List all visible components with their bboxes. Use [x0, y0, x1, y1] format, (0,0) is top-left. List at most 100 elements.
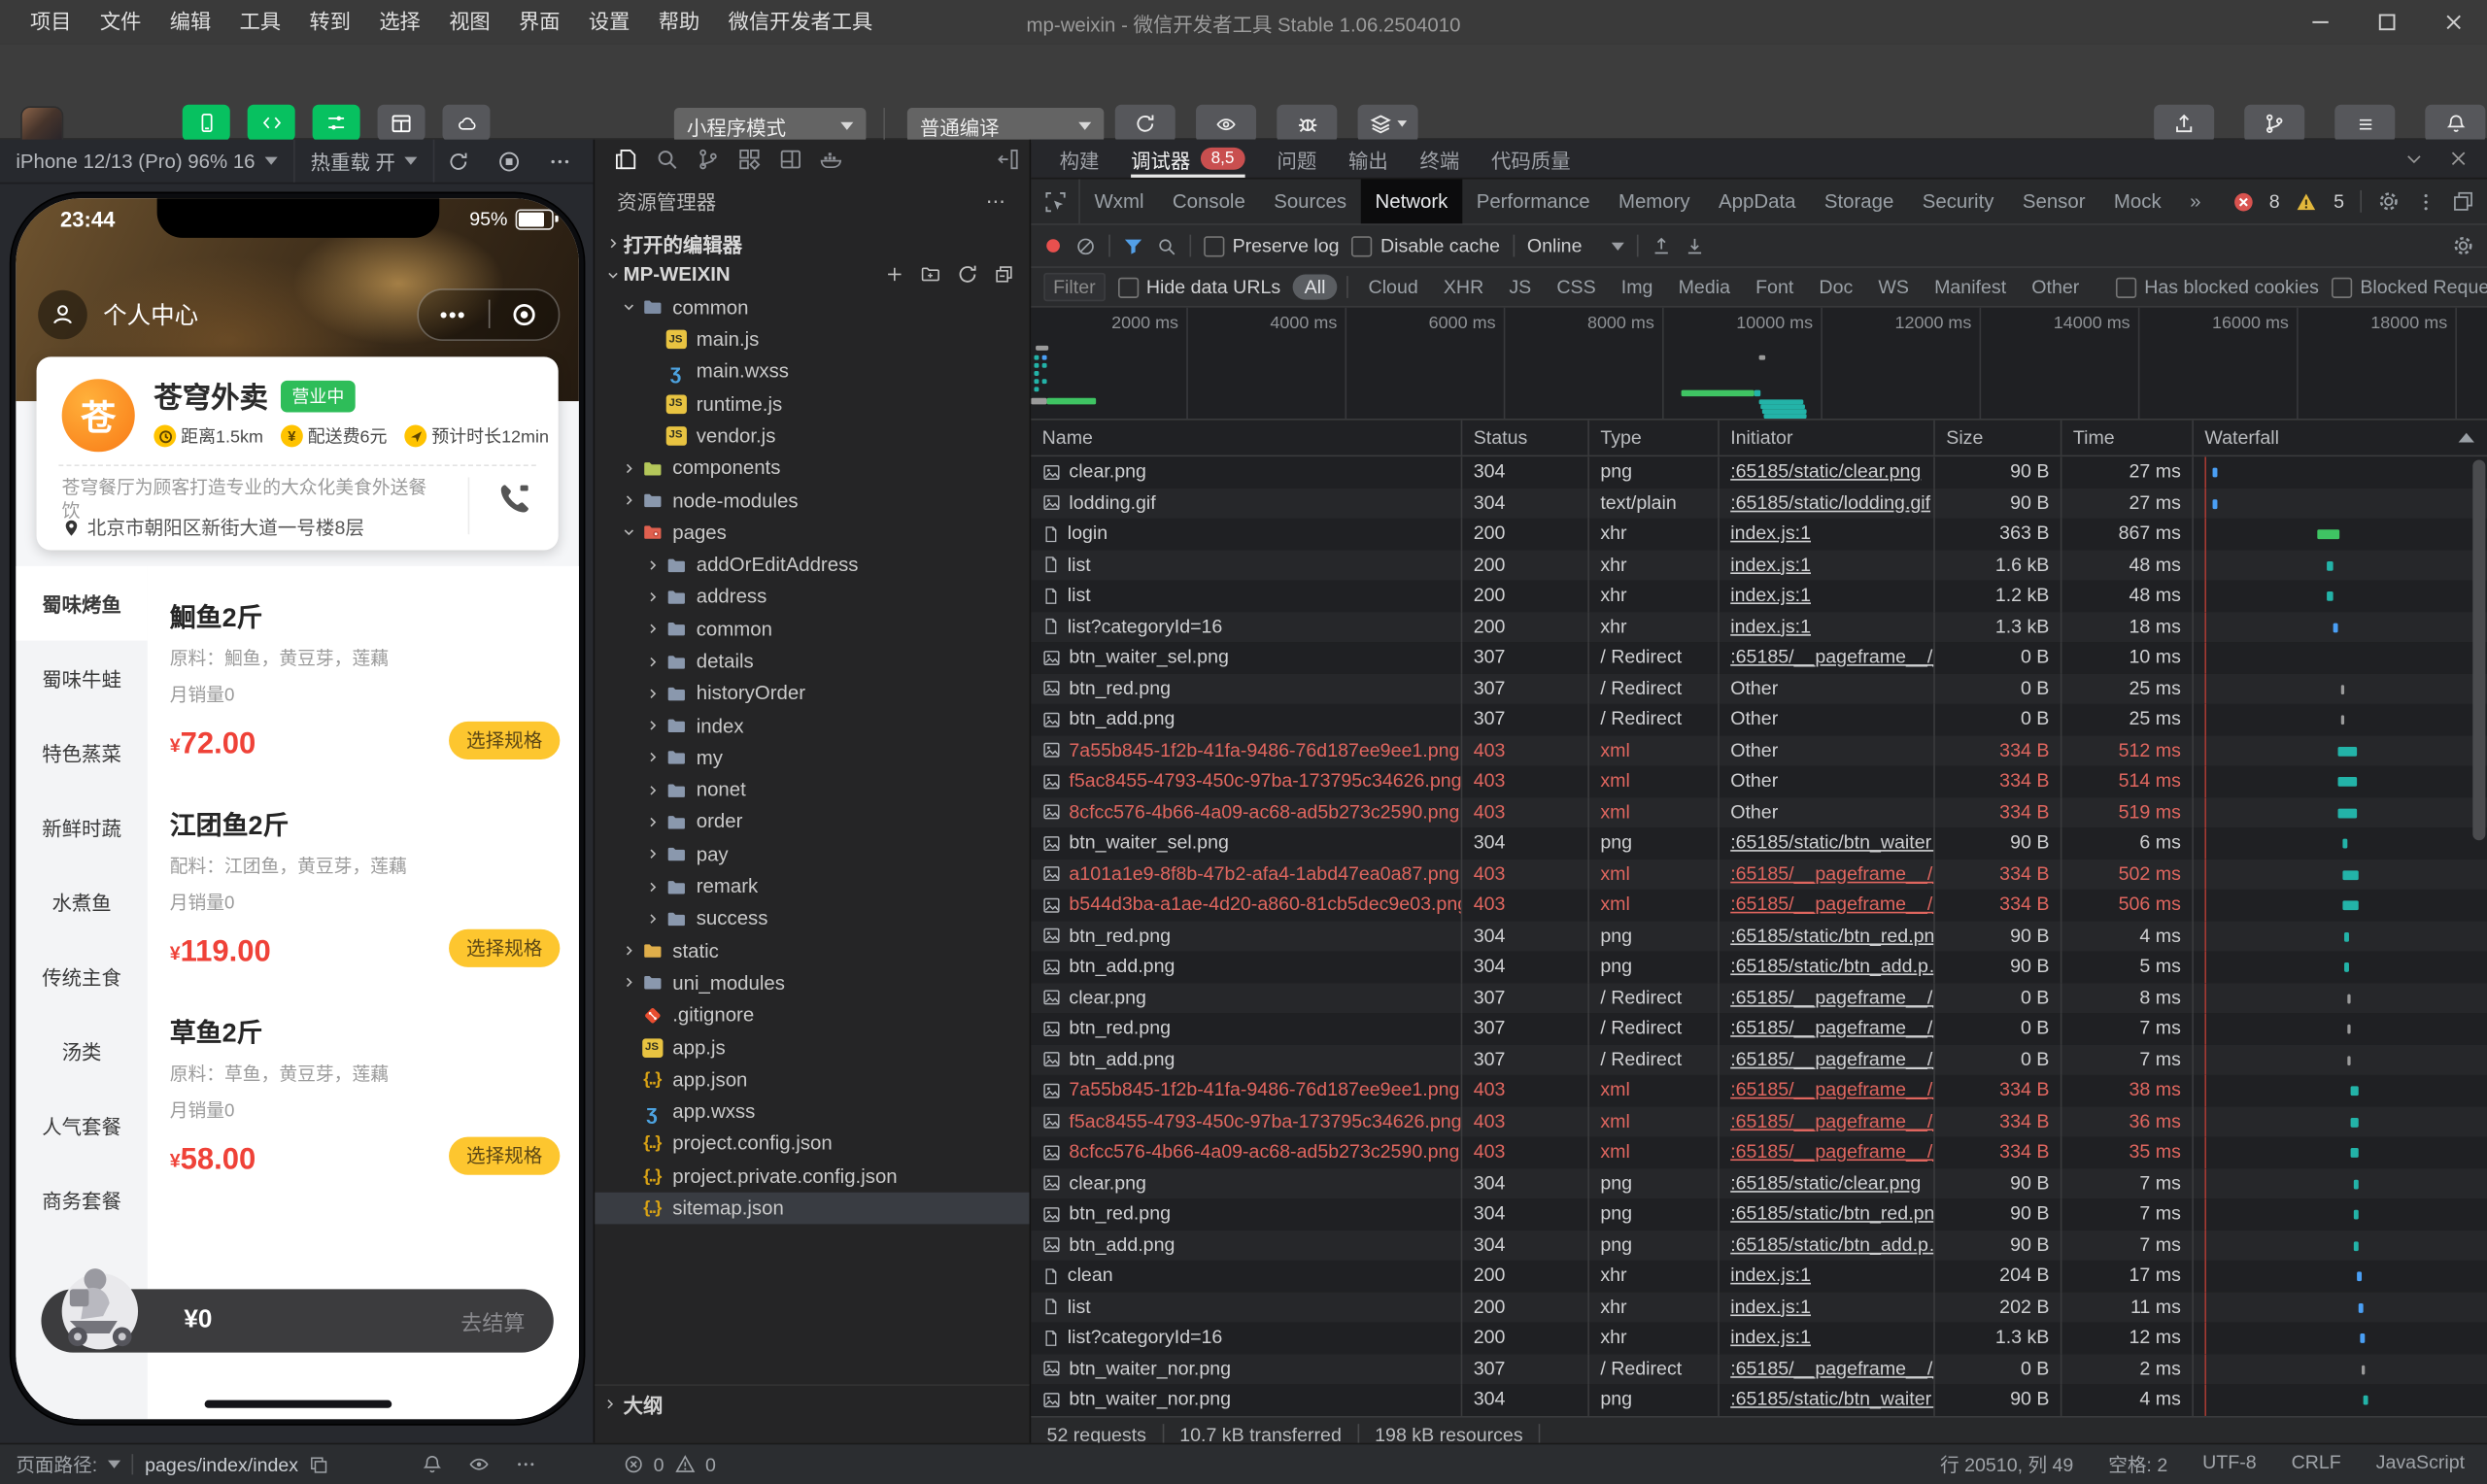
filter-funnel-icon[interactable]	[1123, 235, 1143, 255]
filter-cat-ws[interactable]: WS	[1867, 274, 1920, 299]
dish-item[interactable]: 江团鱼2斤 配料：江团鱼，黄豆芽，莲藕 月销量0 ¥119.00 选择规格	[170, 784, 561, 992]
home-indicator[interactable]	[203, 1400, 392, 1408]
tree-item-common[interactable]: common	[595, 613, 1029, 645]
chevron-down-icon[interactable]	[2404, 149, 2424, 168]
statusbar-item[interactable]: 行 20510, 列 49	[1940, 1451, 2073, 1478]
category-item[interactable]: 商务套餐	[16, 1163, 148, 1237]
cart-bar[interactable]: ¥0 去结算	[41, 1268, 554, 1353]
close-panel-icon[interactable]	[2449, 149, 2469, 168]
menu-项目[interactable]: 项目	[16, 0, 85, 45]
column-header-waterfall[interactable]: Waterfall	[2194, 421, 2487, 455]
tree-item-project.config.json[interactable]: {..} project.config.json	[595, 1128, 1029, 1160]
table-row[interactable]: f5ac8455-4793-450c-97ba-173795c34626.png…	[1031, 1105, 2487, 1137]
devtab-console[interactable]: Console	[1158, 179, 1259, 223]
outline-section[interactable]: 大纲	[595, 1384, 1030, 1421]
statusbar-item[interactable]: JavaScript	[2376, 1451, 2465, 1478]
category-item[interactable]: 传统主食	[16, 939, 148, 1014]
collapse-sidebar-icon[interactable]	[996, 148, 1019, 171]
devtab-network[interactable]: Network	[1360, 179, 1463, 224]
column-header-size[interactable]: Size	[1935, 420, 2062, 455]
devtab-wxml[interactable]: Wxml	[1080, 179, 1158, 223]
table-row[interactable]: list 200 xhr index.js:1 202 B 11 ms	[1031, 1291, 2487, 1323]
new-folder-icon[interactable]	[920, 264, 940, 287]
menu-设置[interactable]: 设置	[574, 0, 644, 45]
statusbar-item[interactable]: 空格: 2	[2108, 1451, 2167, 1478]
maximize-button[interactable]	[2354, 0, 2421, 45]
hot-reload-select[interactable]: 热重载 开	[294, 139, 435, 183]
table-row[interactable]: btn_waiter_sel.png 307/ Redirect:65185/__…	[1031, 642, 2487, 674]
tree-item-pages[interactable]: pages	[595, 517, 1029, 549]
table-row[interactable]: btn_waiter_sel.png 304 png:65185/static/bt…	[1031, 827, 2487, 860]
request-initiator[interactable]: index.js:1	[1720, 1322, 1935, 1354]
tree-item-sitemap.json[interactable]: {..} sitemap.json	[595, 1192, 1030, 1225]
network-settings-gear-icon[interactable]	[2452, 235, 2474, 257]
menu-界面[interactable]: 界面	[504, 0, 574, 45]
table-row[interactable]: clean 200 xhr index.js:1 204 B 17 ms	[1031, 1260, 2487, 1292]
blocked-requests-checkbox[interactable]: Blocked Requests	[2331, 276, 2487, 298]
request-initiator[interactable]: :65185/__pageframe__/_p…	[1720, 982, 1935, 1014]
filter-cat-all[interactable]: All	[1293, 274, 1337, 300]
request-initiator[interactable]: index.js:1	[1720, 611, 1935, 643]
refresh-explorer-icon[interactable]	[956, 264, 978, 287]
tree-item-app.wxss[interactable]: ʒ app.wxss	[595, 1096, 1029, 1128]
menu-选择[interactable]: 选择	[365, 0, 435, 45]
table-row[interactable]: clear.png 307/ Redirect:65185/__pageframe…	[1031, 982, 2487, 1014]
files-icon[interactable]	[604, 140, 645, 180]
tree-item-main.js[interactable]: JS main.js	[595, 323, 1029, 355]
devtab-performance[interactable]: Performance	[1462, 179, 1604, 223]
phone-call-icon[interactable]	[498, 481, 533, 516]
menu-文件[interactable]: 文件	[85, 0, 155, 45]
request-initiator[interactable]: :65185/static/btn_add.p…	[1720, 1230, 1935, 1261]
tree-item-remark[interactable]: remark	[595, 870, 1029, 902]
select-spec-button[interactable]: 选择规格	[449, 928, 561, 967]
request-initiator[interactable]: :65185/__pageframe__/_p…	[1720, 1013, 1935, 1045]
devtab-sources[interactable]: Sources	[1260, 179, 1361, 223]
filter-cat-manifest[interactable]: Manifest	[1924, 274, 2018, 299]
hide-data-urls-checkbox[interactable]: Hide data URLs	[1117, 276, 1280, 298]
tab-调试器[interactable]: 调试器 8,5	[1115, 140, 1261, 178]
request-initiator[interactable]: :65185/__pageframe__/_p…	[1720, 1044, 1935, 1075]
tab-终端[interactable]: 终端	[1404, 140, 1475, 178]
table-row[interactable]: btn_red.png 307/ Redirect Other 0 B 25 ms	[1031, 673, 2487, 704]
tab-构建[interactable]: 构建	[1043, 140, 1114, 178]
explorer-more-icon[interactable]: ⋯	[986, 187, 1007, 212]
docker-icon[interactable]	[810, 140, 851, 180]
filter-cat-xhr[interactable]: XHR	[1432, 274, 1494, 299]
table-row[interactable]: btn_waiter_nor.png 307/ Redirect:65185/__…	[1031, 1353, 2487, 1385]
settings-gear-icon[interactable]	[2377, 190, 2400, 213]
disable-cache-checkbox[interactable]: Disable cache	[1351, 235, 1500, 256]
table-row[interactable]: list 200 xhr index.js:1 1.6 kB 48 ms	[1031, 549, 2487, 581]
table-row[interactable]: login 200 xhr index.js:1 363 B 867 ms	[1031, 518, 2487, 550]
tree-item-index[interactable]: index	[595, 710, 1029, 742]
warnings-icon[interactable]	[673, 1454, 696, 1474]
request-initiator[interactable]: :65185/static/clear.png	[1720, 1167, 1935, 1199]
tree-item-address[interactable]: address	[595, 581, 1029, 613]
devtab-security[interactable]: Security	[1908, 179, 2008, 223]
category-item[interactable]: 水煮鱼	[16, 864, 148, 939]
tree-item-runtime.js[interactable]: JS runtime.js	[595, 388, 1029, 420]
request-initiator[interactable]: :65185/__pageframe__/_p…	[1720, 1105, 1935, 1137]
table-row[interactable]: 7a55b845-1f2b-41fa-9486-76d187ee9ee1.png…	[1031, 1074, 2487, 1106]
request-initiator[interactable]: index.js:1	[1720, 580, 1935, 612]
tree-item-details[interactable]: details	[595, 645, 1029, 677]
category-item[interactable]: 人气套餐	[16, 1088, 148, 1163]
filter-cat-img[interactable]: Img	[1610, 274, 1664, 299]
select-spec-button[interactable]: 选择规格	[449, 721, 561, 760]
category-item[interactable]: 蜀味烤鱼	[16, 565, 148, 641]
inspect-element-icon[interactable]	[1031, 179, 1080, 224]
table-row[interactable]: list?categoryId=16 200 xhr index.js:1 1.3 kB…	[1031, 611, 2487, 643]
close-button[interactable]	[2420, 0, 2487, 45]
compile-mode-select[interactable]: 普通编译	[906, 108, 1105, 143]
filter-cat-font[interactable]: Font	[1745, 274, 1805, 299]
tree-item-MP-WEIXIN[interactable]: MP-WEIXIN	[595, 259, 1029, 291]
table-row[interactable]: btn_waiter_nor.png 304 png:65185/static/bt…	[1031, 1384, 2487, 1416]
request-initiator[interactable]: :65185/static/btn_red.png	[1720, 1198, 1935, 1231]
network-overview-timeline[interactable]: 2000 ms 4000 ms 6000 ms 8000 ms 10000 ms 1200…	[1031, 307, 2487, 421]
request-initiator[interactable]: index.js:1	[1720, 1260, 1935, 1292]
column-header-status[interactable]: Status	[1462, 420, 1589, 455]
table-row[interactable]: 8cfcc576-4b66-4a09-ac68-ad5b273c2590.png…	[1031, 1136, 2487, 1168]
preview-eye-icon[interactable]	[468, 1454, 491, 1474]
copy-icon[interactable]	[310, 1455, 329, 1474]
device-select[interactable]: iPhone 12/13 (Pro) 96% 16	[0, 139, 295, 183]
request-initiator[interactable]: :65185/static/lodding.gif	[1720, 488, 1935, 519]
